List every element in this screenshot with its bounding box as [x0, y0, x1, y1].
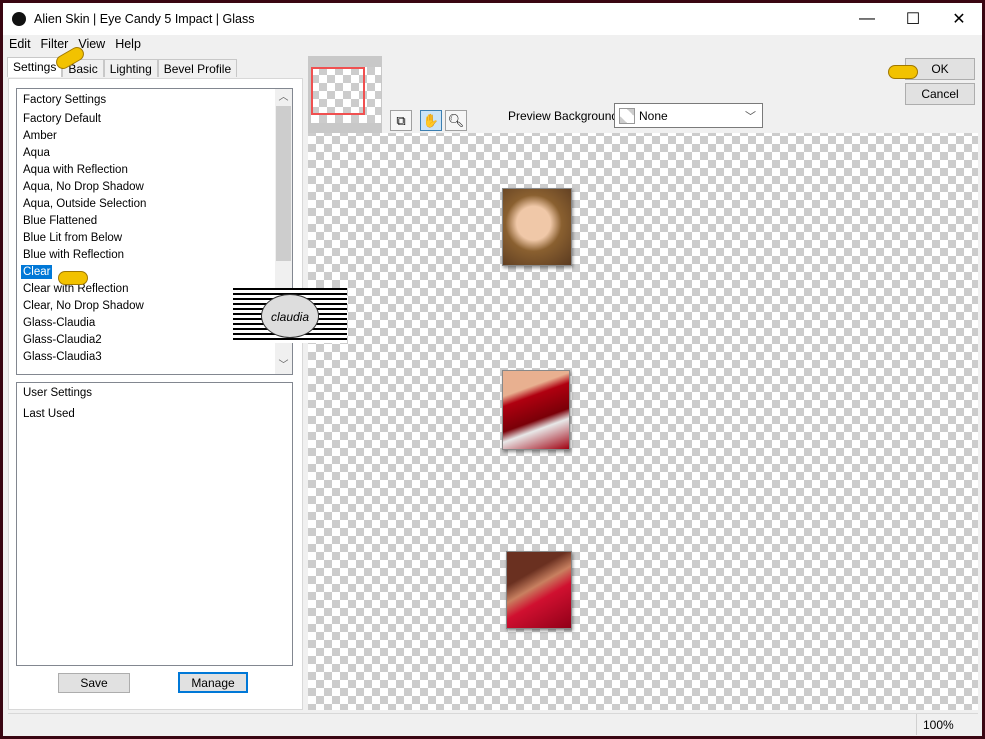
- list-item[interactable]: Last Used: [17, 404, 292, 425]
- eye-candy-window: Alien Skin | Eye Candy 5 Impact | Glass …: [3, 3, 982, 736]
- status-bar: 100%: [8, 713, 978, 735]
- close-button[interactable]: ✕: [936, 3, 982, 35]
- list-item-label: Blue Lit from Below: [23, 232, 123, 244]
- preview-background-select[interactable]: None ﹀: [614, 103, 763, 128]
- list-item[interactable]: Aqua, Outside Selection: [17, 196, 292, 213]
- pointer-hand-icon: [58, 271, 88, 285]
- list-item-label: Glass-Claudia3: [23, 351, 102, 363]
- checker-swatch-icon: [619, 107, 635, 124]
- list-item[interactable]: Factory Default: [17, 111, 292, 128]
- minimize-button[interactable]: —: [844, 3, 890, 35]
- menu-filter[interactable]: Filter: [36, 37, 74, 51]
- list-item[interactable]: Blue Lit from Below: [17, 230, 292, 247]
- list-item[interactable]: Aqua, No Drop Shadow: [17, 179, 292, 196]
- view-rectangle[interactable]: [311, 67, 365, 115]
- menu-help[interactable]: Help: [110, 37, 146, 51]
- user-settings-list[interactable]: User Settings Last Used: [16, 382, 293, 666]
- cancel-button[interactable]: Cancel: [905, 83, 975, 105]
- tab-lighting[interactable]: Lighting: [103, 59, 158, 77]
- pointer-hand-icon: [888, 65, 918, 79]
- zoom-tool-icon[interactable]: 🔍︎: [445, 110, 467, 131]
- tab-settings[interactable]: Settings: [7, 57, 63, 77]
- save-button[interactable]: Save: [58, 673, 130, 693]
- navigator-thumbnail[interactable]: [308, 56, 382, 133]
- list-item-label: Glass-Claudia2: [23, 334, 102, 346]
- list-item-label: Aqua: [23, 147, 50, 159]
- glass-photo-bow: [506, 551, 572, 629]
- window-title: Alien Skin | Eye Candy 5 Impact | Glass: [34, 12, 255, 26]
- hand-tool-icon[interactable]: ✋: [420, 110, 442, 131]
- list-item[interactable]: Glass-Claudia3: [17, 349, 292, 366]
- scroll-up-icon[interactable]: ︿: [275, 89, 292, 106]
- manage-button[interactable]: Manage: [178, 672, 248, 693]
- tab-bevel-profile[interactable]: Bevel Profile: [157, 59, 238, 77]
- app-icon: [12, 12, 26, 26]
- list-item[interactable]: Aqua: [17, 145, 292, 162]
- chevron-down-icon: ﹀: [745, 111, 756, 123]
- scroll-thumb[interactable]: [276, 106, 291, 261]
- preview-canvas[interactable]: [308, 56, 978, 710]
- list-header: Factory Settings: [23, 94, 107, 106]
- list-item-label: Aqua, No Drop Shadow: [23, 181, 144, 193]
- list-item-label: Amber: [23, 130, 57, 142]
- maximize-button[interactable]: ☐: [890, 3, 936, 35]
- list-item[interactable]: Amber: [17, 128, 292, 145]
- list-item-label: Factory Default: [23, 113, 101, 125]
- glass-photo-dress: [502, 370, 570, 450]
- list-item-label: Clear: [21, 265, 53, 279]
- zoom-level: 100%: [916, 714, 976, 735]
- list-header: User Settings: [23, 387, 93, 399]
- list-item-label: Clear, No Drop Shadow: [23, 300, 144, 312]
- menu-edit[interactable]: Edit: [7, 37, 36, 51]
- list-item-label: Glass-Claudia: [23, 317, 96, 329]
- list-item[interactable]: Blue with Reflection: [17, 247, 292, 264]
- list-item-label: Aqua with Reflection: [23, 164, 128, 176]
- tab-strip: Settings Basic Lighting Bevel Profile: [7, 57, 238, 77]
- scroll-down-icon[interactable]: ﹀: [275, 357, 292, 374]
- list-item-label: Blue Flattened: [23, 215, 98, 227]
- glass-photo-face: [502, 188, 572, 266]
- list-item[interactable]: Aqua with Reflection: [17, 162, 292, 179]
- list-item-label: Blue with Reflection: [23, 249, 124, 261]
- watermark-logo: claudia: [233, 288, 347, 343]
- compare-icon[interactable]: ⧉: [390, 110, 412, 131]
- preview-background-value: None: [639, 108, 668, 123]
- list-item[interactable]: Blue Flattened: [17, 213, 292, 230]
- preview-background-label: Preview Background:: [508, 109, 622, 123]
- title-bar: Alien Skin | Eye Candy 5 Impact | Glass …: [3, 3, 982, 35]
- list-item-label: Aqua, Outside Selection: [23, 198, 147, 210]
